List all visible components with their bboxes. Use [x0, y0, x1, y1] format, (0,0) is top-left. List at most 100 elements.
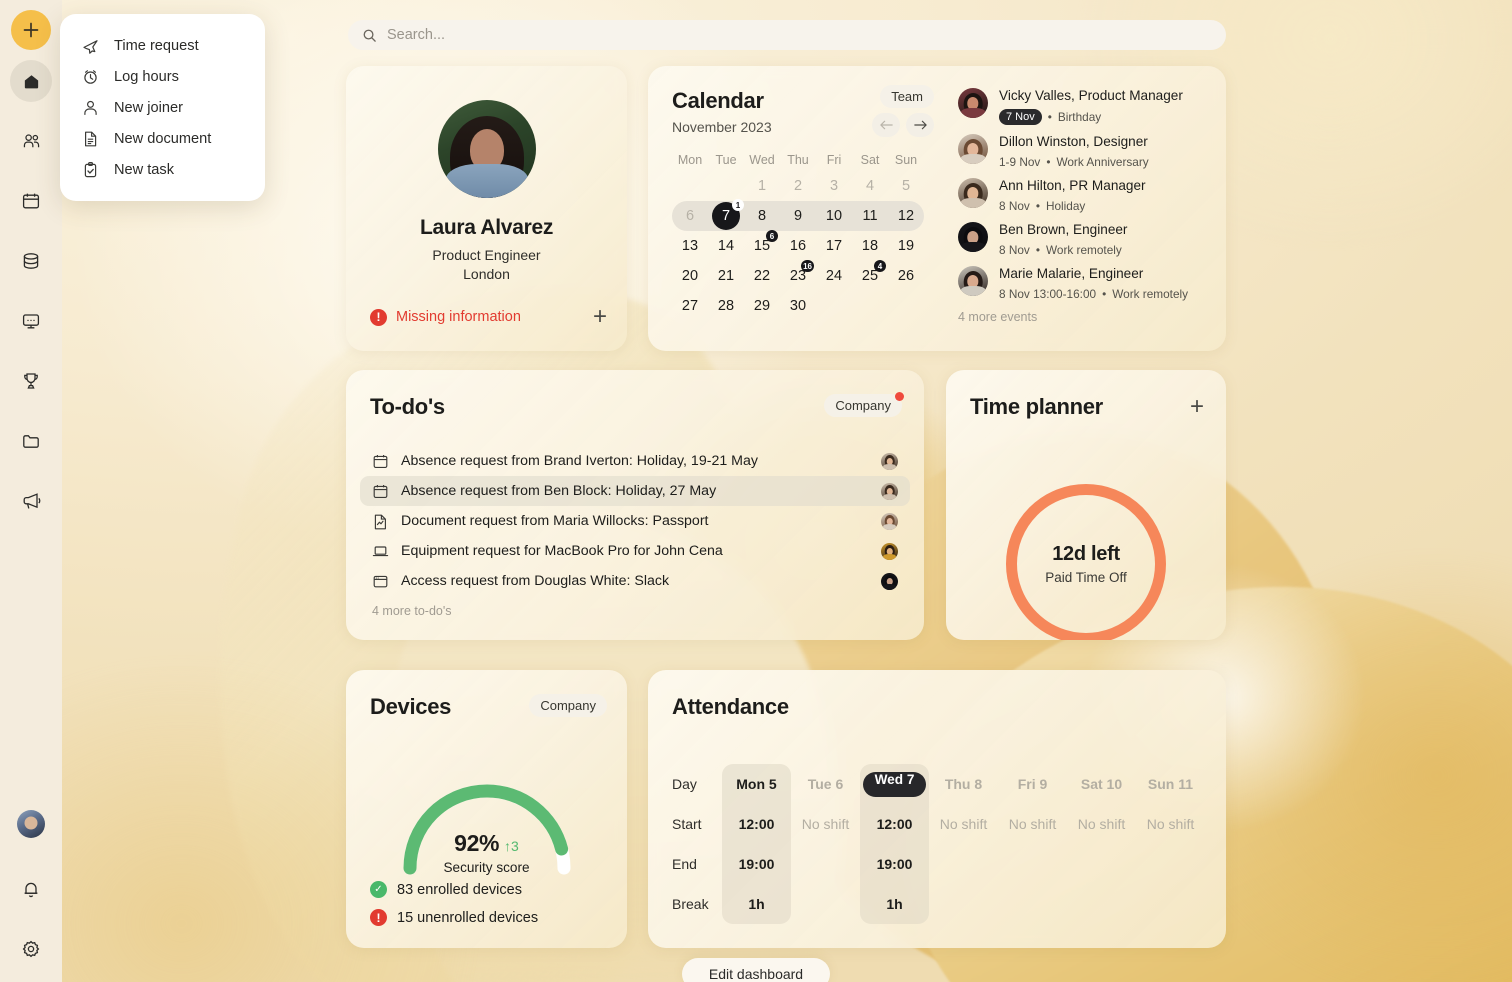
todo-item[interactable]: Absence request from Brand Iverton: Holi… [360, 446, 910, 476]
alarm-clock-icon [82, 68, 99, 85]
calendar-day-cell[interactable]: 20 [672, 261, 708, 291]
todos-scope-pill[interactable]: Company [824, 392, 904, 417]
devices-scope-pill[interactable]: Company [529, 694, 607, 717]
sidebar-item-people[interactable] [10, 120, 52, 162]
attendance-column[interactable]: Sun 11 No shift [1136, 764, 1205, 924]
calendar-day-cell[interactable]: 15 6 [744, 230, 780, 261]
calendar-day-cell[interactable]: 26 [888, 261, 924, 291]
calendar-day-cell[interactable]: 10 [816, 201, 852, 231]
quick-menu-item-new-joiner[interactable]: New joiner [60, 92, 265, 123]
sidebar-item-announcements[interactable] [10, 480, 52, 522]
todo-item[interactable]: Access request from Douglas White: Slack [360, 566, 910, 596]
calendar-day-cell[interactable]: 23 16 [780, 260, 816, 291]
todos-more-link[interactable]: 4 more to-do's [346, 604, 924, 618]
calendar-event-item[interactable]: Vicky Valles, Product Manager 7 Nov • Bi… [958, 88, 1210, 125]
quick-menu-item-time-request[interactable]: Time request [60, 30, 265, 61]
attendance-column[interactable]: Sat 10 No shift [1067, 764, 1136, 924]
avatar [958, 88, 988, 118]
calendar-day-cell[interactable]: 2 [780, 171, 816, 201]
check-icon: ✓ [370, 881, 387, 898]
attendance-break-cell [1067, 884, 1136, 924]
sidebar-item-notifications[interactable] [10, 868, 52, 910]
calendar-more-events-link[interactable]: 4 more events [958, 310, 1210, 324]
calendar-day-cell[interactable]: 14 [708, 231, 744, 261]
quick-menu-item-log-hours[interactable]: Log hours [60, 61, 265, 92]
calendar-day-cell[interactable]: 27 [672, 291, 708, 321]
calendar-day-cell[interactable]: 8 [744, 201, 780, 231]
calendar-day-cell[interactable]: 9 [780, 201, 816, 231]
sidebar-item-rewards[interactable] [10, 360, 52, 402]
calendar-day-cell[interactable]: 4 [852, 171, 888, 201]
attendance-column[interactable]: Wed 7 12:00 19:00 1h [860, 764, 929, 924]
attendance-column[interactable]: Mon 5 12:00 19:00 1h [722, 764, 791, 924]
calendar-day-cell[interactable]: 1 [744, 171, 780, 201]
calendar-event-item[interactable]: Ben Brown, Engineer 8 Nov • Work remotel… [958, 221, 1210, 257]
calendar-day-label: 30 [789, 298, 807, 314]
calendar-day-cell[interactable]: 18 [852, 231, 888, 261]
calendar-day-cell[interactable]: 3 [816, 171, 852, 201]
profile-add-button[interactable]: + [593, 305, 607, 329]
sidebar-item-home[interactable] [10, 60, 52, 102]
attendance-column[interactable]: Fri 9 No shift [998, 764, 1067, 924]
todo-item[interactable]: Equipment request for MacBook Pro for Jo… [360, 536, 910, 566]
attendance-break-cell [1136, 884, 1205, 924]
calendar-event-item[interactable]: Dillon Winston, Designer 1-9 Nov • Work … [958, 133, 1210, 169]
calendar-weekday: Mon [677, 153, 703, 167]
sidebar [0, 0, 62, 982]
trophy-icon [24, 373, 38, 389]
calendar-day-cell[interactable]: 16 [780, 231, 816, 261]
calendar-next-button[interactable] [906, 113, 934, 137]
calendar-day-label: 2 [793, 178, 803, 194]
calendar-day-cell[interactable]: 5 [888, 171, 924, 201]
calendar-day-cell[interactable]: 19 [888, 231, 924, 261]
calendar-weekday: Sun [894, 153, 918, 167]
event-separator: • [1047, 109, 1052, 124]
sidebar-item-database[interactable] [10, 240, 52, 282]
calendar-day-cell[interactable]: 71 [708, 199, 744, 231]
sidebar-item-add-button[interactable] [11, 10, 51, 50]
calendar-day-cell[interactable]: 25 4 [852, 260, 888, 291]
calendar-event-item[interactable]: Ann Hilton, PR Manager 8 Nov • Holiday [958, 177, 1210, 213]
calendar-day-cell[interactable]: 12 [888, 201, 924, 231]
todo-item[interactable]: Document request from Maria Willocks: Pa… [360, 506, 910, 536]
calendar-day-label: 8 [757, 208, 767, 224]
calendar-day-cell[interactable]: 29 [744, 291, 780, 321]
missing-information-link[interactable]: ! Missing information [370, 308, 521, 326]
attendance-column[interactable]: Thu 8 No shift [929, 764, 998, 924]
calendar-day-label: 22 [753, 268, 771, 284]
calendar-day-label: 3 [829, 178, 839, 194]
calendar-day-cell[interactable]: 11 [852, 201, 888, 231]
calendar-event-item[interactable]: Marie Malarie, Engineer 8 Nov 13:00-16:0… [958, 265, 1210, 301]
calendar-day-cell[interactable]: 13 [672, 231, 708, 261]
sidebar-item-devices[interactable] [10, 300, 52, 342]
calendar-day-cell[interactable]: 22 [744, 261, 780, 291]
search-bar[interactable]: Search... [348, 20, 1226, 50]
calendar-scope-pill[interactable]: Team [880, 85, 934, 108]
calendar-day-cell[interactable]: 21 [708, 261, 744, 291]
sidebar-item-calendar[interactable] [10, 180, 52, 222]
sidebar-item-documents[interactable] [10, 420, 52, 462]
time-planner-add-button[interactable]: + [1190, 395, 1204, 419]
search-input[interactable]: Search... [387, 27, 445, 43]
calendar-day-cell[interactable]: 17 [816, 231, 852, 261]
attendance-break-cell [791, 884, 860, 924]
attendance-day-cell: Sat 10 [1067, 764, 1136, 804]
calendar-day-cell[interactable]: 30 [780, 291, 816, 321]
sidebar-profile-avatar[interactable] [17, 810, 45, 838]
calendar-day-cell[interactable]: 28 [708, 291, 744, 321]
calendar-day-cell[interactable]: 24 [816, 261, 852, 291]
edit-dashboard-button[interactable]: Edit dashboard [682, 958, 830, 982]
todo-item[interactable]: Absence request from Ben Block: Holiday,… [360, 476, 910, 506]
attendance-column[interactable]: Tue 6 No shift [791, 764, 860, 924]
person-icon [82, 99, 99, 116]
event-person: Vicky Valles, Product Manager [999, 88, 1183, 103]
calendar-day-label: 26 [897, 268, 915, 284]
quick-menu-item-new-document[interactable]: New document [60, 123, 265, 154]
alert-icon: ! [370, 308, 387, 326]
sidebar-item-settings[interactable] [10, 928, 52, 970]
calendar-weekday: Fri [826, 153, 842, 167]
quick-menu-item-new-task[interactable]: New task [60, 154, 265, 185]
event-person: Ben Brown, Engineer [999, 221, 1128, 237]
calendar-day-cell[interactable]: 6 [672, 201, 708, 231]
calendar-prev-button[interactable] [872, 113, 900, 137]
